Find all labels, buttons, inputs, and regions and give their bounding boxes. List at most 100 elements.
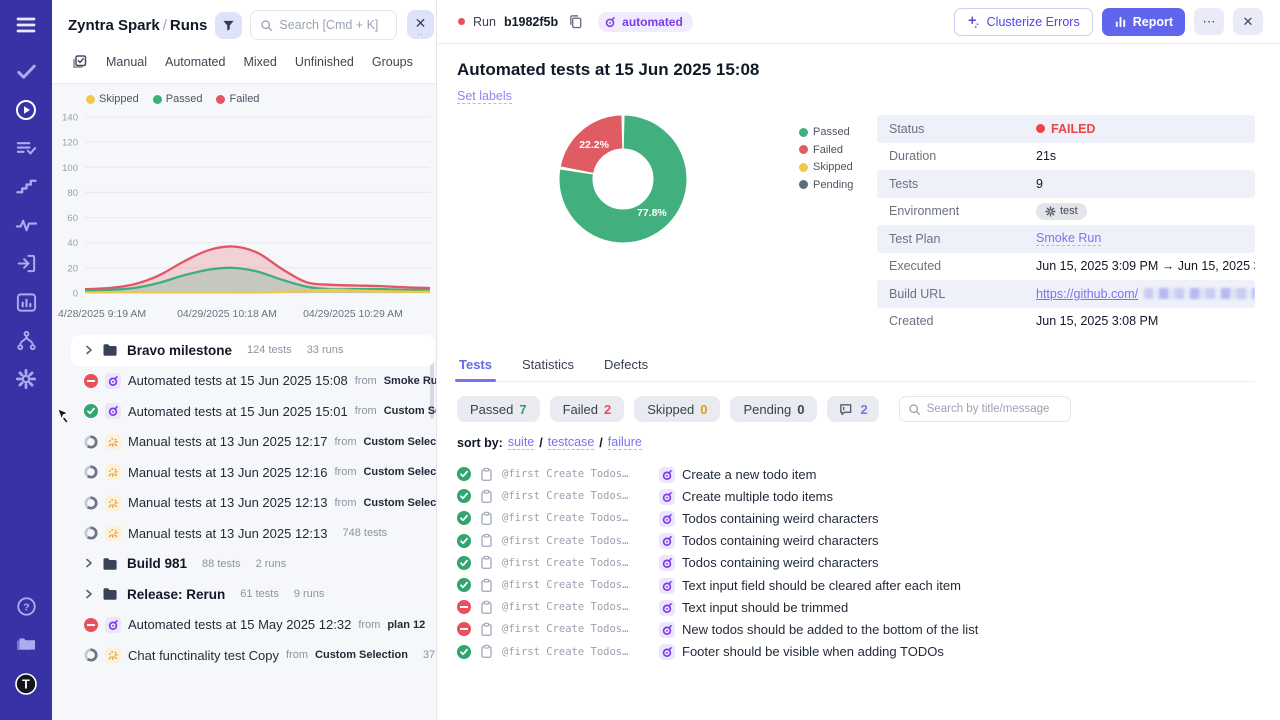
svg-text:T: T <box>22 677 30 691</box>
tab-automated[interactable]: Automated <box>165 55 225 69</box>
legend-item-passed[interactable]: Passed <box>153 93 203 105</box>
run-row[interactable]: Automated tests at 15 Jun 2025 15:01from… <box>84 396 436 427</box>
run-row[interactable]: Manual tests at 13 Jun 2025 12:13fromCus… <box>84 488 436 519</box>
close-runs-panel-button[interactable]: ✕‥ <box>407 10 434 39</box>
test-plan-link[interactable]: Smoke Run <box>1036 231 1101 246</box>
tab-defects[interactable]: Defects <box>602 352 650 381</box>
filter-chip-failed[interactable]: Failed2 <box>550 396 625 422</box>
runs-play-icon[interactable] <box>14 98 38 122</box>
sort-by-testcase[interactable]: testcase <box>548 435 595 450</box>
suites-list-icon[interactable] <box>14 136 38 160</box>
projects-folder-icon[interactable] <box>14 633 38 657</box>
test-title: Text input field should be cleared after… <box>682 578 961 593</box>
run-name: Automated tests at 15 May 2025 12:32 <box>128 617 351 632</box>
run-status-dot <box>458 18 465 25</box>
runs-group-row[interactable]: Bravo milestone124 tests33 runs <box>71 335 435 366</box>
tests-search <box>899 396 1071 422</box>
donut-legend-item-failed[interactable]: Failed <box>799 144 867 156</box>
run-source: Custom Selection <box>363 436 436 448</box>
run-row[interactable]: Chat functinality test CopyfromCustom Se… <box>84 640 436 671</box>
comments-filter-chip[interactable]: 2 <box>827 396 878 422</box>
filter-chip-pending[interactable]: Pending0 <box>730 396 817 422</box>
tests-check-icon[interactable] <box>14 59 38 83</box>
result-filter-chips: Passed7 Failed2 Skipped0 Pending0 2 <box>457 396 1255 422</box>
test-result-row[interactable]: @first Create Todos…Todos containing wei… <box>457 507 1255 529</box>
sort-by-suite[interactable]: suite <box>508 435 534 450</box>
test-result-row[interactable]: @first Create Todos…Text input should be… <box>457 596 1255 618</box>
status-text: FAILED <box>1051 122 1095 136</box>
test-result-row[interactable]: @first Create Todos…Todos containing wei… <box>457 552 1255 574</box>
test-title: Create a new todo item <box>682 467 816 482</box>
settings-gear-icon[interactable] <box>14 367 38 391</box>
run-row[interactable]: Automated tests at 15 Jun 2025 15:08from… <box>84 366 436 397</box>
test-result-row[interactable]: @first Create Todos…Text input field sho… <box>457 574 1255 596</box>
runs-search-input[interactable] <box>279 18 387 32</box>
sort-separator: / <box>539 436 542 450</box>
run-row[interactable]: Manual tests at 13 Jun 2025 12:16fromCus… <box>84 457 436 488</box>
run-name: Manual tests at 13 Jun 2025 12:16 <box>128 465 327 480</box>
test-result-row[interactable]: @first Create Todos…Create a new todo it… <box>457 463 1255 485</box>
app-sidebar: ? T <box>0 0 52 720</box>
tab-manual[interactable]: Manual <box>106 55 147 69</box>
chart-x-axis-labels: 4/28/2025 9:19 AM04/29/2025 10:18 AM04/2… <box>52 308 436 323</box>
tab-groups[interactable]: Groups <box>372 55 413 69</box>
sort-by-failure[interactable]: failure <box>608 435 642 450</box>
set-labels-link[interactable]: Set labels <box>457 89 512 104</box>
select-all-icon[interactable] <box>70 53 88 71</box>
section-name: Runs <box>170 17 208 34</box>
test-result-row[interactable]: @first Create Todos…New todos should be … <box>457 618 1255 640</box>
suite-clipboard-icon <box>479 600 494 615</box>
test-result-row[interactable]: @first Create Todos…Footer should be vis… <box>457 641 1255 663</box>
app-logo[interactable]: T <box>14 672 38 696</box>
environment-badge[interactable]: test <box>1036 203 1087 220</box>
test-status-passed-icon <box>457 578 471 592</box>
svg-text:60: 60 <box>67 213 78 224</box>
detail-value: Jun 15, 2025 3:09 PM → Jun 15, 2025 3:10… <box>1036 259 1255 273</box>
tests-search-input[interactable] <box>927 403 1062 415</box>
report-button[interactable]: Report <box>1102 8 1185 36</box>
more-actions-button[interactable]: ⋯ <box>1194 8 1224 35</box>
tab-unfinished[interactable]: Unfinished <box>295 55 354 69</box>
run-row[interactable]: Automated tests at 15 May 2025 12:32from… <box>84 610 436 641</box>
project-name[interactable]: Zyntra Spark <box>68 17 160 34</box>
detail-label: Created <box>889 314 1036 328</box>
menu-icon[interactable] <box>14 13 38 37</box>
runs-group-row[interactable]: Release: Rerun61 tests9 runs <box>84 579 436 610</box>
legend-item-skipped[interactable]: Skipped <box>86 93 139 105</box>
run-status-manual-icon <box>84 496 98 510</box>
test-status-passed-icon <box>457 489 471 503</box>
test-result-row[interactable]: @first Create Todos…Create multiple todo… <box>457 485 1255 507</box>
donut-legend-item-passed[interactable]: Passed <box>799 126 867 138</box>
svg-text:120: 120 <box>62 138 78 149</box>
automated-test-icon <box>659 600 674 615</box>
milestones-steps-icon[interactable] <box>14 175 38 199</box>
help-icon[interactable]: ? <box>14 595 38 619</box>
legend-item-failed[interactable]: Failed <box>216 93 259 105</box>
run-row[interactable]: Manual tests at 13 Jun 2025 12:17fromCus… <box>84 427 436 458</box>
search-icon <box>908 403 921 416</box>
reports-chart-icon[interactable] <box>14 290 38 314</box>
tab-statistics[interactable]: Statistics <box>520 352 576 381</box>
run-detail-tabs: Tests Statistics Defects <box>457 352 1255 382</box>
comment-icon <box>838 402 853 417</box>
donut-legend-item-pending[interactable]: Pending <box>799 179 867 191</box>
tab-mixed[interactable]: Mixed <box>243 55 276 69</box>
import-icon[interactable] <box>14 252 38 276</box>
branches-icon[interactable] <box>14 329 38 353</box>
donut-legend-item-skipped[interactable]: Skipped <box>799 161 867 173</box>
filter-chip-skipped[interactable]: Skipped0 <box>634 396 720 422</box>
run-row[interactable]: Manual tests at 13 Jun 2025 12:13748 tes… <box>84 518 436 549</box>
close-run-detail-button[interactable]: ✕ <box>1233 8 1263 35</box>
build-url-link[interactable]: https://github.com/ <box>1036 287 1138 301</box>
runs-group-row[interactable]: Build 98188 tests2 runs <box>84 549 436 580</box>
test-result-row[interactable]: @first Create Todos…Todos containing wei… <box>457 530 1255 552</box>
run-name: Manual tests at 13 Jun 2025 12:13 <box>128 495 327 510</box>
run-type-badge[interactable]: automated <box>598 12 693 32</box>
clusterize-errors-button[interactable]: Clusterize Errors <box>954 8 1093 36</box>
filter-button[interactable] <box>215 12 242 39</box>
copy-run-id-button[interactable] <box>568 13 586 31</box>
analytics-pulse-icon[interactable] <box>14 213 38 237</box>
filter-chip-passed[interactable]: Passed7 <box>457 396 540 422</box>
tab-tests[interactable]: Tests <box>457 352 494 381</box>
run-source: Custom Selection <box>363 466 436 478</box>
